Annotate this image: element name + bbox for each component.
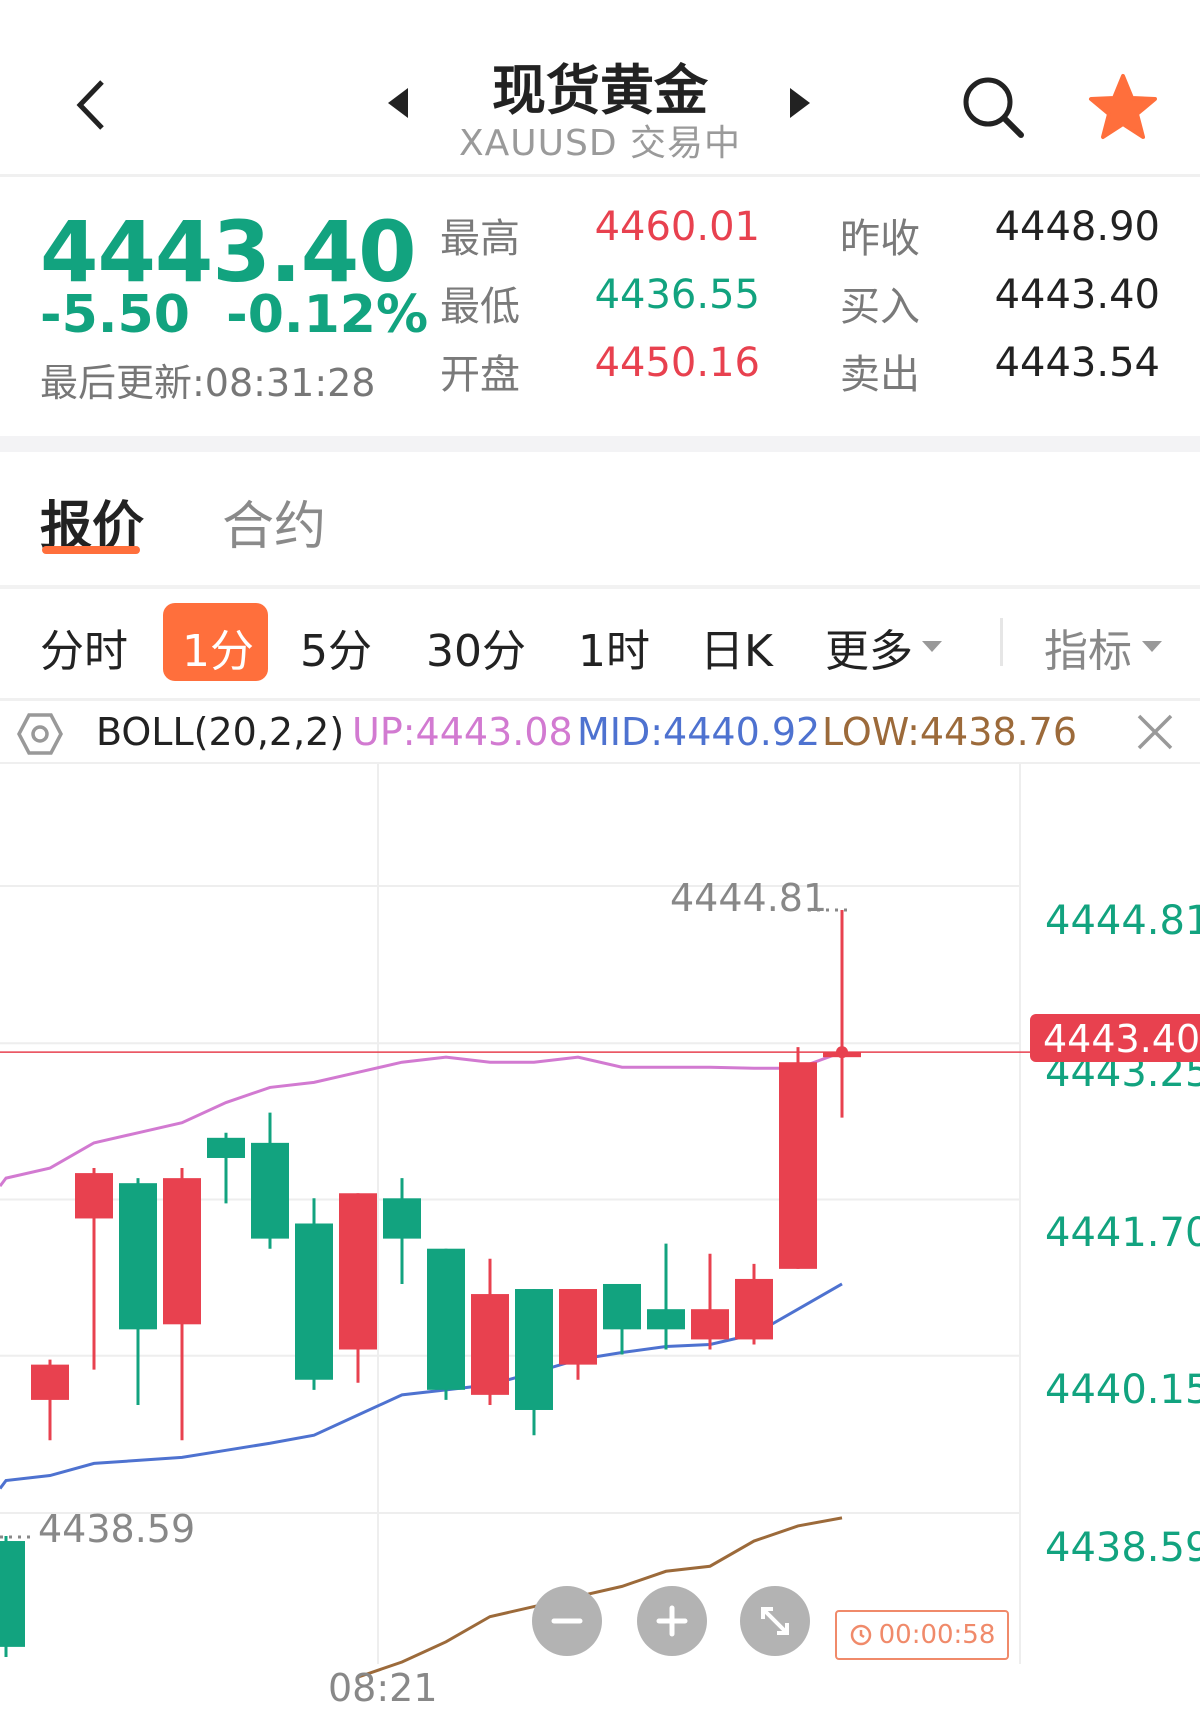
period-1min[interactable]: 1分 [182, 615, 254, 679]
low-value: 4436.55 [594, 272, 760, 318]
indicator-settings-icon[interactable] [16, 710, 64, 762]
boll-name: BOLL(20,2,2) [96, 710, 345, 754]
candle-body [339, 1193, 377, 1350]
candle-body [515, 1289, 553, 1410]
history-icon [850, 1624, 871, 1646]
bid-label: 买入 [840, 284, 920, 330]
candle-body [647, 1309, 685, 1330]
candle-body [75, 1173, 113, 1219]
candle-body [163, 1178, 201, 1325]
candle-countdown: 00:00:58 [835, 1610, 1009, 1660]
price-change: -5.50 -0.12% [40, 285, 428, 345]
candle-body [471, 1294, 509, 1395]
y-axis-label: 4438.59 [1045, 1525, 1200, 1571]
prev-close-value: 4448.90 [994, 204, 1160, 250]
y-axis-label: 4444.81 [1045, 898, 1200, 944]
minus-icon [551, 1618, 583, 1624]
candle-body [559, 1289, 597, 1365]
zoom-out-button[interactable] [532, 1586, 602, 1656]
boll-up-line [0, 1050, 843, 1188]
period-1hour[interactable]: 1时 [578, 615, 650, 679]
candlestick-chart[interactable] [0, 764, 1200, 1702]
section-divider [0, 436, 1200, 452]
caret-right-icon [790, 88, 810, 118]
boll-low-value: LOW:4438.76 [822, 710, 1078, 754]
candle-body [779, 1062, 817, 1269]
plus-icon [656, 1605, 688, 1637]
period-timeshare[interactable]: 分时 [40, 615, 128, 679]
x-axis-time-label: 08:21 [328, 1666, 438, 1710]
candle-body [295, 1223, 333, 1380]
candle-body [119, 1183, 157, 1330]
candle-body [383, 1198, 421, 1239]
current-price-tag-label: 4443.40 [1043, 1017, 1200, 1061]
countdown-value: 00:00:58 [878, 1620, 996, 1650]
boll-up-value: UP:4443.08 [352, 710, 573, 754]
period-daily[interactable]: 日K [700, 615, 773, 679]
bid-value: 4443.40 [994, 272, 1160, 318]
open-value: 4450.16 [594, 340, 760, 386]
min-price-marker: 4438.59 [38, 1507, 196, 1551]
fullscreen-button[interactable] [740, 1586, 810, 1656]
low-label: 最低 [440, 284, 520, 330]
period-more[interactable]: 更多 [825, 615, 913, 679]
prev-close-label: 昨收 [840, 216, 920, 262]
close-icon [1137, 714, 1173, 750]
tab-active-indicator [42, 546, 140, 554]
indicator-dropdown-icon [1142, 638, 1162, 657]
tab-contract[interactable]: 合约 [222, 484, 326, 559]
open-label: 开盘 [440, 352, 520, 398]
period-5min[interactable]: 5分 [300, 615, 372, 679]
more-dropdown-icon [922, 638, 942, 657]
high-value: 4460.01 [594, 204, 760, 250]
period-30min[interactable]: 30分 [426, 615, 526, 679]
search-icon [963, 77, 1024, 138]
change-value: -5.50 [40, 285, 190, 345]
expand-icon [761, 1607, 789, 1635]
boll-mid-value: MID:4440.92 [577, 710, 821, 754]
candle-body [691, 1309, 729, 1340]
next-instrument-button[interactable] [788, 86, 818, 122]
period-bar-divider [0, 698, 1200, 701]
change-percent: -0.12% [226, 285, 429, 345]
ask-label: 卖出 [840, 352, 920, 398]
ask-value: 4443.54 [994, 340, 1160, 386]
candle-body [603, 1283, 641, 1330]
period-divider [1000, 618, 1003, 666]
y-axis-label: 4440.15 [1045, 1367, 1200, 1413]
boll-lines [0, 1050, 843, 1679]
last-update-time: 最后更新:08:31:28 [40, 361, 376, 405]
candle-body [427, 1248, 465, 1390]
candle-body [251, 1142, 289, 1239]
close-indicator-button[interactable] [1135, 712, 1175, 756]
star-icon [1089, 74, 1157, 139]
favorite-button[interactable] [1086, 70, 1160, 144]
y-axis-label: 4441.70 [1045, 1210, 1200, 1256]
zoom-in-button[interactable] [637, 1586, 707, 1656]
candle-body [0, 1541, 25, 1647]
candle-body [735, 1278, 773, 1340]
indicator-button[interactable]: 指标 [1044, 615, 1132, 679]
max-price-marker: 4444.81 [670, 876, 828, 920]
candle-body [31, 1364, 69, 1400]
tabs-divider [0, 585, 1200, 589]
candle-body [207, 1137, 245, 1158]
high-label: 最高 [440, 216, 520, 262]
search-button[interactable] [958, 72, 1028, 142]
current-price-dot [836, 1046, 848, 1059]
